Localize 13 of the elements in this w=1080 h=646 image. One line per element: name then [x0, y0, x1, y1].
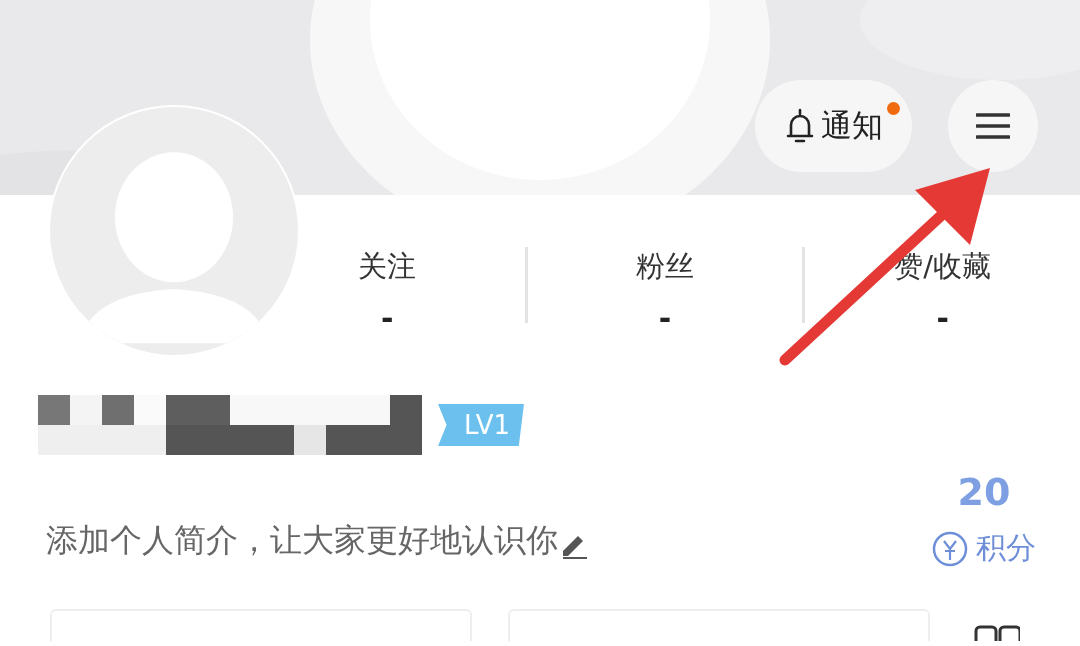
points-label: 积分	[976, 529, 1036, 567]
bio-prompt[interactable]: 添加个人简介，让大家更好地认识你	[46, 519, 558, 569]
points-value: 20	[957, 470, 1011, 514]
stat-value: -	[658, 301, 672, 336]
stat-label: 粉丝	[636, 248, 694, 285]
stat-value: -	[936, 301, 949, 336]
stat-value: -	[381, 301, 394, 336]
bell-icon	[784, 108, 815, 144]
level-badge: LV1	[438, 404, 524, 446]
stat-label: 关注	[358, 248, 417, 285]
grid-icon[interactable]	[974, 625, 1020, 641]
yen-coin-icon	[932, 530, 968, 567]
menu-icon	[976, 113, 1010, 139]
